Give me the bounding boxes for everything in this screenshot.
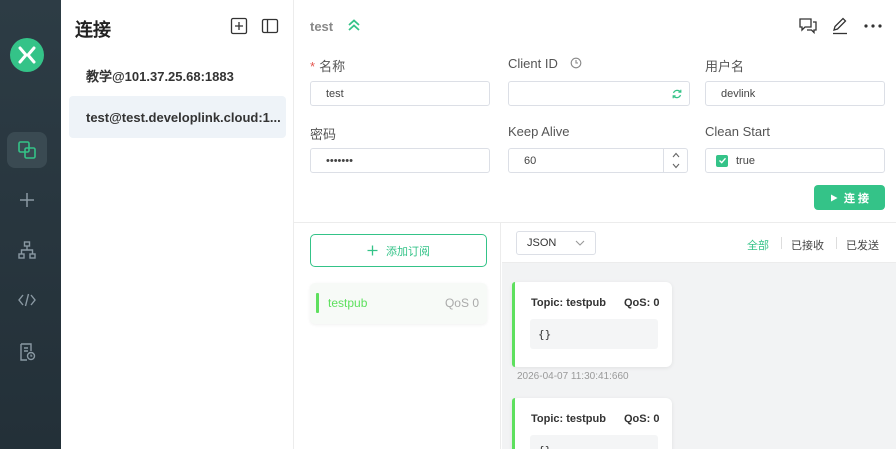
log-nav-icon[interactable] [7,334,47,370]
clock-icon[interactable] [570,57,582,69]
stepper-up-icon[interactable] [664,149,687,161]
edit-icon[interactable] [830,16,850,36]
messages-toolbar: JSON 全部 已接收 已发送 [502,223,896,263]
connections-nav-icon[interactable] [7,132,47,168]
connect-button-label: 连 接 [843,192,870,205]
filter-received-tab[interactable]: 已接收 [791,237,824,253]
more-icon[interactable] [863,16,883,36]
username-label: 用户名 [705,59,745,74]
subscription-qos: QoS 0 [444,296,479,310]
message-card[interactable]: Topic: testpub QoS: 0 {} [512,282,672,367]
message-timestamp: 2026-04-07 11:30:41:660 [517,371,629,382]
client-id-input[interactable] [508,81,690,106]
name-field-label: * 名称 [310,56,345,75]
password-input-value: ••••••• [326,154,353,167]
password-label: 密码 [310,127,337,142]
username-input-value: devlink [721,87,756,100]
keep-alive-input-value: 60 [524,154,537,167]
message-qos: QoS: 0 [624,413,660,425]
connection-title: test [310,19,334,34]
topology-nav-icon[interactable] [7,232,47,268]
message-color-bar [512,282,515,367]
connection-item-label: test@test.developlink.cloud:1... [86,109,281,125]
checkbox-check-icon[interactable] [716,154,728,167]
nav-rail [0,0,61,449]
add-subscription-button[interactable]: 添加订阅 [310,234,487,267]
mqttx-logo [10,38,44,72]
message-payload: {} [530,319,658,349]
keep-alive-input[interactable]: 60 [508,148,688,173]
collapse-chevron-up-icon[interactable] [346,17,362,33]
filter-separator [781,237,782,249]
plus-icon [367,245,378,256]
message-topic: Topic: testpub [531,413,606,425]
payload-format-select[interactable]: JSON [516,231,596,255]
topic-color-bar [316,293,319,313]
name-label-text: 名称 [319,59,346,74]
filter-published-tab[interactable]: 已发送 [846,237,879,253]
stepper-down-icon[interactable] [664,161,687,173]
chevron-down-icon [575,240,585,246]
clean-start-label: Clean Start [705,124,771,139]
keep-alive-stepper[interactable] [663,149,687,172]
messages-panel: JSON 全部 已接收 已发送 Topic: testpub QoS: 0 {}… [502,223,896,449]
subscriptions-panel: 添加订阅 testpub QoS 0 [294,223,501,449]
chat-bubbles-icon[interactable] [798,16,818,36]
message-topic: Topic: testpub [531,297,606,309]
name-input[interactable]: test [310,81,490,106]
new-connection-nav-icon[interactable] [7,182,47,218]
connection-item-selected[interactable]: test@test.developlink.cloud:1... [69,96,286,138]
app-window: 连接 教学@101.37.25.68:1883 test@test.develo… [0,0,896,449]
clean-start-value: true [736,154,755,167]
message-payload: {} [530,435,658,449]
new-connection-icon[interactable] [230,17,248,35]
connections-title: 连接 [75,20,111,40]
connection-item[interactable]: 教学@101.37.25.68:1883 [69,54,286,96]
keep-alive-label: Keep Alive [508,124,570,139]
username-input[interactable]: devlink [705,81,885,106]
filter-separator [836,237,837,249]
connection-detail: test * 名称 test Client ID 用户名 devlink 密码 •… [294,0,896,449]
subscription-topic: testpub [328,296,368,310]
connection-list-panel: 连接 教学@101.37.25.68:1883 test@test.develo… [61,0,294,449]
password-input[interactable]: ••••••• [310,148,490,173]
payload-format-value: JSON [527,237,557,249]
required-mark: * [310,59,316,74]
play-icon [830,194,838,201]
script-nav-icon[interactable] [7,282,47,318]
message-color-bar [512,398,515,449]
subscription-item[interactable]: testpub QoS 0 [310,283,487,324]
message-qos: QoS: 0 [624,297,660,309]
collapse-sidebar-icon[interactable] [261,17,279,35]
add-subscription-label: 添加订阅 [386,245,430,258]
client-id-label: Client ID [508,56,558,71]
refresh-icon[interactable] [671,88,683,100]
name-input-value: test [326,87,344,100]
message-card[interactable]: Topic: testpub QoS: 0 {} [512,398,672,449]
filter-all-tab[interactable]: 全部 [747,237,769,253]
connection-item-label: 教学@101.37.25.68:1883 [86,68,234,84]
connect-button[interactable]: 连 接 [814,185,885,210]
clean-start-checkbox[interactable]: true [705,148,885,173]
